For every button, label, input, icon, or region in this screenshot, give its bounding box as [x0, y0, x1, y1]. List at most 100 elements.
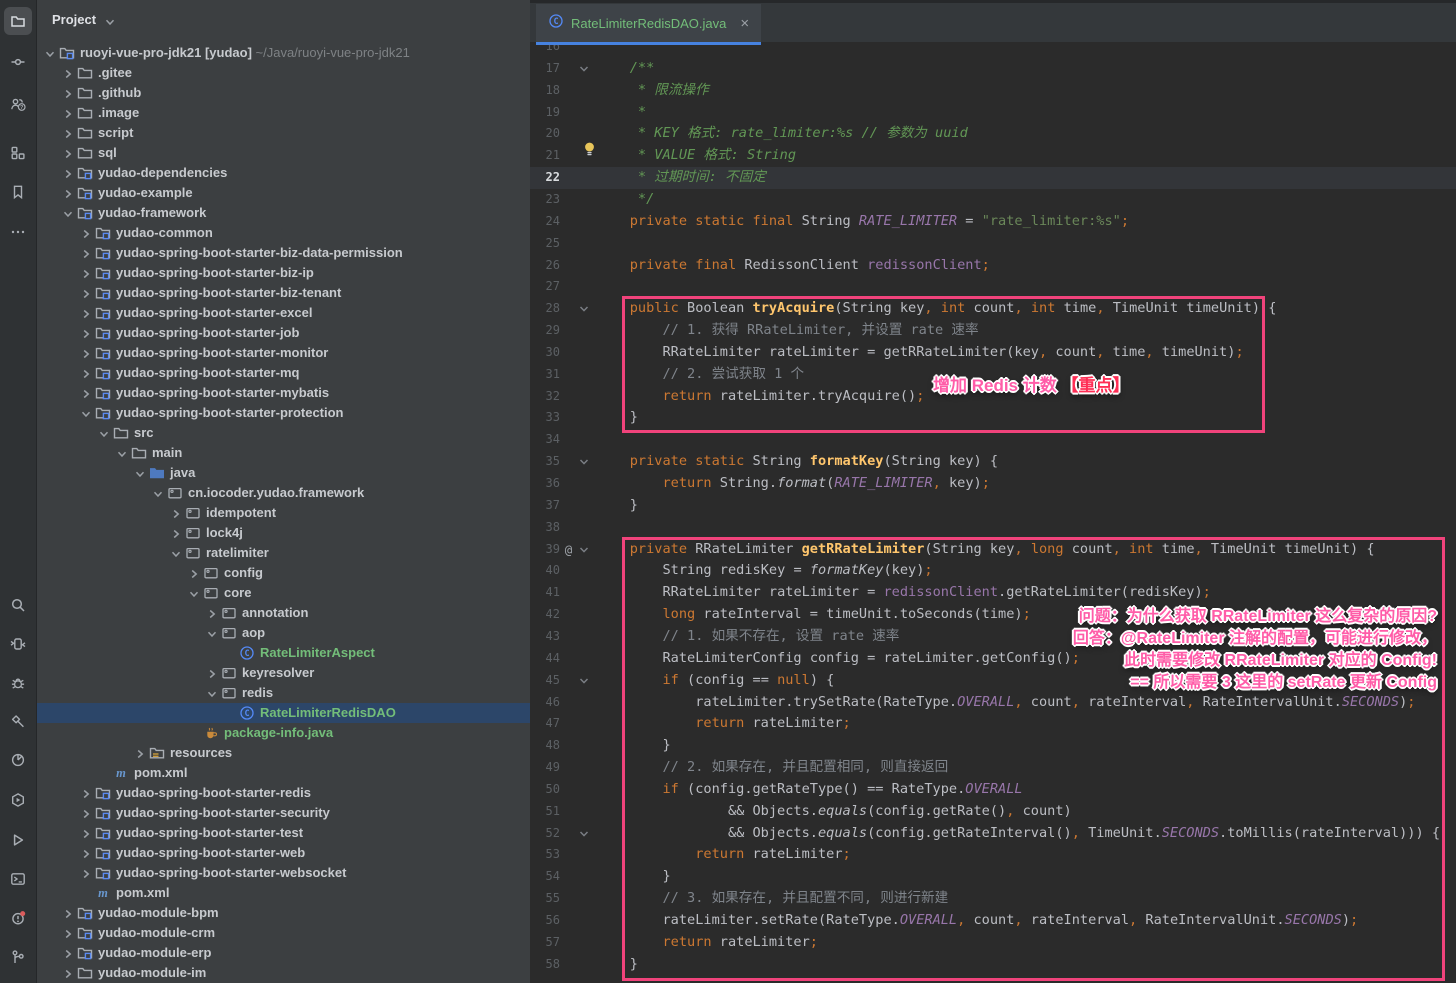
- tree-item-src[interactable]: src: [36, 423, 530, 443]
- tree-item-package-info.java[interactable]: package-info.java: [36, 723, 530, 743]
- chevron-right-icon[interactable]: [62, 127, 74, 139]
- tree-item-yudao-spring-boot-starter-security[interactable]: yudao-spring-boot-starter-security: [36, 803, 530, 823]
- line-number[interactable]: 53: [530, 844, 560, 866]
- line-number[interactable]: 55: [530, 888, 560, 910]
- problems-icon[interactable]: [4, 904, 32, 932]
- chevron-down-icon[interactable]: [206, 627, 218, 639]
- chevron-right-icon[interactable]: [62, 167, 74, 179]
- tree-item-yudao-module-crm[interactable]: yudao-module-crm: [36, 923, 530, 943]
- chevron-right-icon[interactable]: [80, 267, 92, 279]
- run-icon[interactable]: [4, 826, 32, 854]
- line-number[interactable]: 26: [530, 255, 560, 277]
- chevron-down-icon[interactable]: [44, 47, 56, 59]
- fold-chevron-icon[interactable]: [578, 302, 592, 316]
- tree-item-yudao-spring-boot-starter-web[interactable]: yudao-spring-boot-starter-web: [36, 843, 530, 863]
- chevron-down-icon[interactable]: [152, 487, 164, 499]
- close-icon[interactable]: ×: [740, 15, 749, 32]
- tree-item-yudao-spring-boot-starter-job[interactable]: yudao-spring-boot-starter-job: [36, 323, 530, 343]
- chevron-right-icon[interactable]: [80, 807, 92, 819]
- tree-item-RateLimiterAspect[interactable]: CRateLimiterAspect: [36, 643, 530, 663]
- tree-item-cn.iocoder.yudao.framework[interactable]: cn.iocoder.yudao.framework: [36, 483, 530, 503]
- tree-item-ruoyi-vue-pro-jdk21[interactable]: ruoyi-vue-pro-jdk21 [yudao] ~/Java/ruoyi…: [36, 43, 530, 63]
- chevron-right-icon[interactable]: [62, 67, 74, 79]
- chevron-right-icon[interactable]: [134, 747, 146, 759]
- tree-item-yudao-common[interactable]: yudao-common: [36, 223, 530, 243]
- tree-item-yudao-spring-boot-starter-mybatis[interactable]: yudao-spring-boot-starter-mybatis: [36, 383, 530, 403]
- tree-item-lock4j[interactable]: lock4j: [36, 523, 530, 543]
- tree-item-yudao-spring-boot-starter-protection[interactable]: yudao-spring-boot-starter-protection: [36, 403, 530, 423]
- line-number[interactable]: 34: [530, 429, 560, 451]
- chevron-right-icon[interactable]: [188, 567, 200, 579]
- tree-item-script[interactable]: script: [36, 123, 530, 143]
- bookmarks-icon[interactable]: [4, 178, 32, 206]
- pull-requests-icon[interactable]: ?: [4, 90, 32, 118]
- tree-item-pom.xml[interactable]: mpom.xml: [36, 763, 530, 783]
- tree-item-yudao-spring-boot-starter-biz-data-permission[interactable]: yudao-spring-boot-starter-biz-data-permi…: [36, 243, 530, 263]
- tree-item-ratelimiter[interactable]: ratelimiter: [36, 543, 530, 563]
- tree-item-yudao-spring-boot-starter-biz-tenant[interactable]: yudao-spring-boot-starter-biz-tenant: [36, 283, 530, 303]
- tab-ratelimiterredisdao-java[interactable]: C RateLimiterRedisDAO.java ×: [536, 4, 761, 45]
- line-number[interactable]: 27: [530, 276, 560, 298]
- tree-item-yudao-spring-boot-starter-monitor[interactable]: yudao-spring-boot-starter-monitor: [36, 343, 530, 363]
- line-number[interactable]: 37: [530, 495, 560, 517]
- tree-item-yudao-spring-boot-starter-redis[interactable]: yudao-spring-boot-starter-redis: [36, 783, 530, 803]
- terminal-icon[interactable]: [4, 865, 32, 893]
- chevron-right-icon[interactable]: [206, 607, 218, 619]
- chevron-right-icon[interactable]: [62, 187, 74, 199]
- tree-item-pom.xml[interactable]: mpom.xml: [36, 883, 530, 903]
- chevron-down-icon[interactable]: [80, 407, 92, 419]
- chevron-right-icon[interactable]: [206, 667, 218, 679]
- structure-icon[interactable]: [4, 139, 32, 167]
- line-number[interactable]: 52: [530, 823, 560, 845]
- tree-item-keyresolver[interactable]: keyresolver: [36, 663, 530, 683]
- line-number[interactable]: 57: [530, 932, 560, 954]
- tree-item-resources[interactable]: resources: [36, 743, 530, 763]
- tree-item-redis[interactable]: redis: [36, 683, 530, 703]
- tree-item-.gitee[interactable]: .gitee: [36, 63, 530, 83]
- chevron-right-icon[interactable]: [62, 947, 74, 959]
- chevron-right-icon[interactable]: [80, 847, 92, 859]
- chevron-right-icon[interactable]: [80, 827, 92, 839]
- debug-icon[interactable]: [4, 669, 32, 697]
- line-number[interactable]: 29: [530, 320, 560, 342]
- tree-item-.image[interactable]: .image: [36, 103, 530, 123]
- line-number[interactable]: 35: [530, 451, 560, 473]
- tree-item-yudao-spring-boot-starter-test[interactable]: yudao-spring-boot-starter-test: [36, 823, 530, 843]
- tree-item-RateLimiterRedisDAO[interactable]: CRateLimiterRedisDAO: [36, 703, 530, 723]
- line-number[interactable]: 44: [530, 648, 560, 670]
- line-number[interactable]: 45: [530, 670, 560, 692]
- editor-area[interactable]: 1617 /**18 * 限流操作19 *20 * KEY 格式: rate_l…: [530, 0, 1456, 983]
- line-number[interactable]: 31: [530, 364, 560, 386]
- line-number[interactable]: 25: [530, 233, 560, 255]
- tree-item-yudao-spring-boot-starter-mq[interactable]: yudao-spring-boot-starter-mq: [36, 363, 530, 383]
- project-folder-icon[interactable]: [4, 7, 32, 35]
- chevron-right-icon[interactable]: [80, 367, 92, 379]
- tree-item-main[interactable]: main: [36, 443, 530, 463]
- chevron-down-icon[interactable]: [98, 427, 110, 439]
- fold-chevron-icon[interactable]: [578, 62, 592, 76]
- tree-item-core[interactable]: core: [36, 583, 530, 603]
- chevron-down-icon[interactable]: [104, 15, 116, 27]
- chevron-right-icon[interactable]: [80, 787, 92, 799]
- tree-item-yudao-dependencies[interactable]: yudao-dependencies: [36, 163, 530, 183]
- tree-item-sql[interactable]: sql: [36, 143, 530, 163]
- chevron-down-icon[interactable]: [116, 447, 128, 459]
- tree-item-.github[interactable]: .github: [36, 83, 530, 103]
- line-number[interactable]: 51: [530, 801, 560, 823]
- chevron-right-icon[interactable]: [80, 347, 92, 359]
- line-number[interactable]: 58: [530, 954, 560, 976]
- line-number[interactable]: 41: [530, 582, 560, 604]
- line-number[interactable]: 39: [530, 539, 560, 561]
- line-number[interactable]: 33: [530, 407, 560, 429]
- line-number[interactable]: 28: [530, 298, 560, 320]
- tree-item-yudao-module-erp[interactable]: yudao-module-erp: [36, 943, 530, 963]
- chevron-right-icon[interactable]: [62, 87, 74, 99]
- line-number[interactable]: 48: [530, 735, 560, 757]
- tree-item-yudao-module-bpm[interactable]: yudao-module-bpm: [36, 903, 530, 923]
- line-number[interactable]: 21: [530, 145, 560, 167]
- line-number[interactable]: 17: [530, 58, 560, 80]
- chevron-right-icon[interactable]: [170, 507, 182, 519]
- line-number[interactable]: 49: [530, 757, 560, 779]
- services-icon[interactable]: [4, 786, 32, 814]
- fold-chevron-icon[interactable]: [578, 674, 592, 688]
